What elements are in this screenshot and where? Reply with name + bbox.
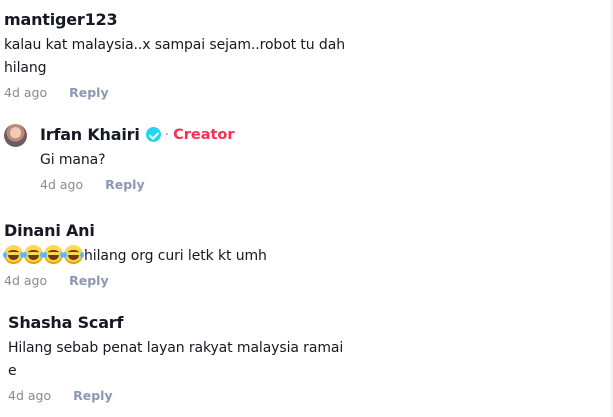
reply-button[interactable]: Reply xyxy=(105,177,144,192)
tears-of-joy-emoji-icon xyxy=(43,245,64,264)
comment-text-continued: e xyxy=(8,363,17,379)
comment-text-row: hilang org curi letk kt umh xyxy=(3,245,604,268)
comment-item: Shasha Scarf Hilang sebab penat layan ra… xyxy=(8,313,604,403)
comment-username[interactable]: Shasha Scarf xyxy=(8,313,604,332)
comment-meta: 4d ago Reply xyxy=(4,85,604,100)
avatar[interactable] xyxy=(4,124,27,147)
verified-check-icon xyxy=(145,127,161,142)
creator-badge: Creator xyxy=(173,126,235,143)
comment-item: Dinani Ani hilang org curi letk kt umh 4… xyxy=(3,221,604,288)
comment-username[interactable]: mantiger123 xyxy=(4,10,604,29)
comment-meta: 4d ago Reply xyxy=(8,388,604,403)
comment-text: hilang org curi letk kt umh xyxy=(84,248,267,264)
comment-thread: mantiger123 kalau kat malaysia..x sampai… xyxy=(0,0,613,417)
tears-of-joy-emoji-icon xyxy=(63,245,84,264)
comment-timestamp: 4d ago xyxy=(4,85,48,100)
tears-of-joy-emoji-icon xyxy=(23,245,44,264)
comment-text: kalau kat malaysia..x sampai sejam..robo… xyxy=(4,37,345,53)
comment-meta: 4d ago Reply xyxy=(4,273,604,288)
comment-timestamp: 4d ago xyxy=(4,273,48,288)
comment-username[interactable]: Dinani Ani xyxy=(4,221,604,240)
comment-meta: 4d ago Reply xyxy=(40,177,600,192)
comment-header: Irfan Khairi · Creator xyxy=(40,125,600,144)
comment-timestamp: 4d ago xyxy=(40,177,84,192)
reply-button[interactable]: Reply xyxy=(73,388,112,403)
comment-text: Gi mana? xyxy=(40,152,106,168)
separator: · xyxy=(164,126,170,143)
comment-timestamp: 4d ago xyxy=(8,388,52,403)
comment-text-continued: hilang xyxy=(4,60,47,76)
comment-text: Hilang sebab penat layan rakyat malaysia… xyxy=(8,340,344,356)
comment-item: mantiger123 kalau kat malaysia..x sampai… xyxy=(4,10,604,100)
reply-button[interactable]: Reply xyxy=(69,85,108,100)
tears-of-joy-emoji-icon xyxy=(3,245,24,264)
comment-username[interactable]: Irfan Khairi xyxy=(40,125,140,144)
comment-item: Irfan Khairi · Creator Gi mana? 4d ago Re… xyxy=(40,125,600,192)
reply-button[interactable]: Reply xyxy=(69,273,108,288)
